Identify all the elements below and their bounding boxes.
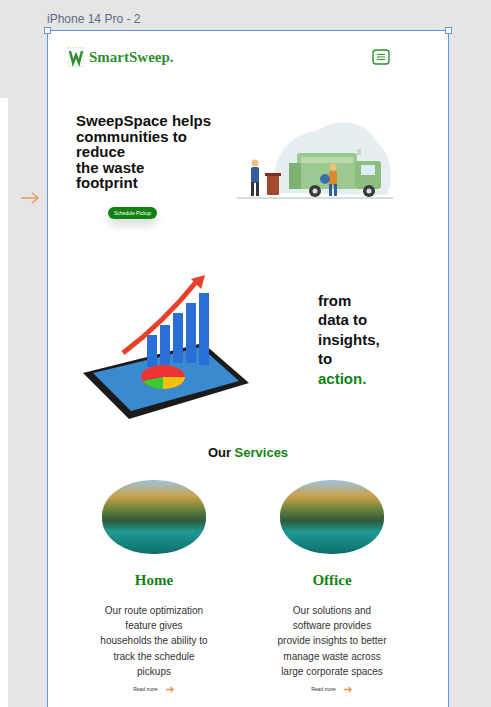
service-description: Our solutions and software provides prov… (277, 603, 387, 680)
prototype-arrow-icon[interactable] (20, 192, 40, 204)
service-card: Office Our solutions and software provide… (262, 480, 402, 693)
analytics-tablet-illustration-icon (73, 273, 259, 425)
schedule-pickup-button[interactable]: Schedule Pickup (108, 207, 157, 219)
site-header: SmartSweep. (48, 31, 448, 68)
phone-frame[interactable]: SmartSweep. SweepSpace helpscommunities t… (47, 30, 449, 707)
service-photo (102, 480, 206, 554)
service-card: Home Our route optimization feature gives… (84, 480, 224, 693)
garbage-truck-illustration-icon (237, 113, 393, 203)
arrow-right-icon (166, 686, 175, 693)
read-more-link[interactable]: Read more (311, 686, 353, 693)
service-description: Our route optimization feature gives hou… (99, 603, 209, 680)
logo-icon (68, 47, 84, 67)
adjacent-frame (0, 98, 8, 707)
brand[interactable]: SmartSweep. (68, 47, 174, 67)
hero-title: SweepSpace helpscommunities toreducethe … (76, 113, 211, 191)
services-list: Home Our route optimization feature gives… (48, 480, 448, 693)
service-title: Home (135, 572, 173, 589)
design-canvas: iPhone 14 Pro - 2 SmartSweep. SweepSpace h… (0, 0, 491, 707)
services-heading: Our Services (48, 445, 448, 460)
resize-handle[interactable] (44, 27, 51, 34)
service-title: Office (312, 572, 351, 589)
insights-tagline: fromdata toinsights,toaction. (318, 291, 380, 389)
insights-section: fromdata toinsights,toaction. (48, 273, 448, 425)
menu-icon[interactable] (372, 49, 390, 65)
hero-section: SweepSpace helpscommunities toreducethe … (48, 113, 448, 219)
frame-label[interactable]: iPhone 14 Pro - 2 (47, 12, 140, 26)
read-more-link[interactable]: Read more (133, 686, 175, 693)
service-photo (280, 480, 384, 554)
arrow-right-icon (344, 686, 353, 693)
resize-handle[interactable] (445, 27, 452, 34)
